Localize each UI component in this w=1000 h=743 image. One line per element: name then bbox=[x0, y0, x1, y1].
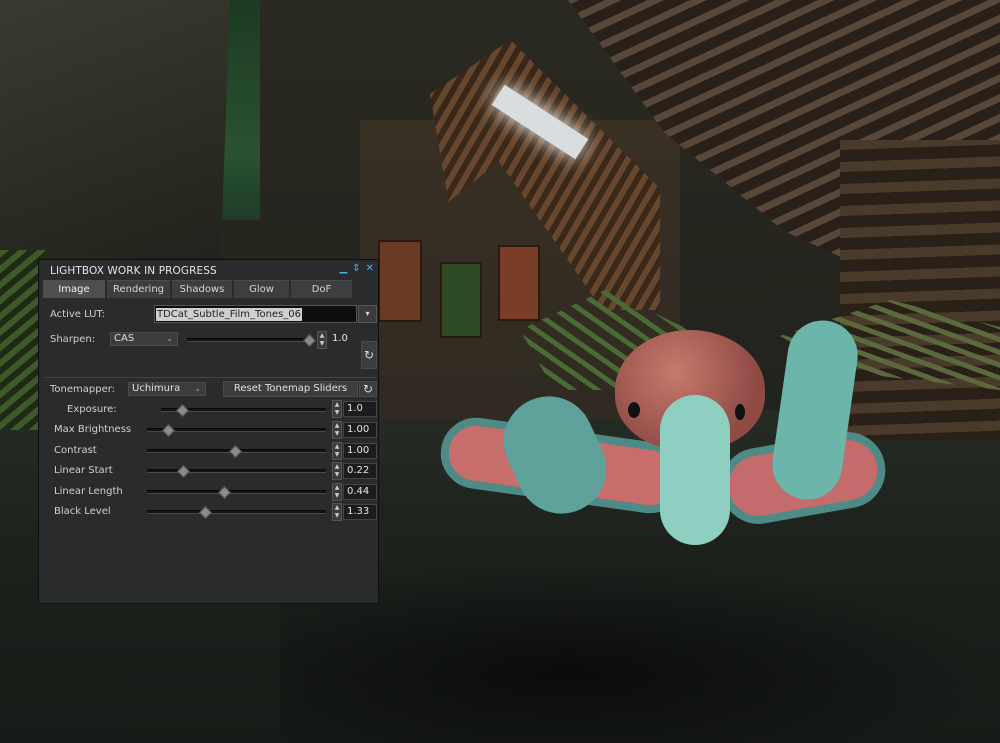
spin-down-icon[interactable]: ▼ bbox=[333, 492, 341, 500]
lightbox-floater: LIGHTBOX WORK IN PROGRESS ▁ ⇕ ✕ Image Re… bbox=[38, 259, 379, 604]
linear-length-slider-thumb[interactable] bbox=[218, 486, 231, 499]
tab-rendering[interactable]: Rendering bbox=[107, 280, 170, 298]
sharpen-stepper[interactable]: ▲ ▼ bbox=[317, 331, 327, 349]
linear-start-stepper[interactable]: ▲ ▼ bbox=[332, 462, 342, 480]
refresh-icon: ↻ bbox=[362, 382, 374, 396]
spin-down-icon[interactable]: ▼ bbox=[333, 430, 341, 438]
linear-start-value[interactable]: 0.22 bbox=[343, 463, 377, 479]
linear-start-slider-thumb[interactable] bbox=[177, 465, 190, 478]
contrast-label: Contrast bbox=[54, 445, 97, 456]
black-level-value[interactable]: 1.33 bbox=[343, 504, 377, 520]
spin-down-icon[interactable]: ▼ bbox=[333, 451, 341, 459]
spin-up-icon[interactable]: ▲ bbox=[333, 484, 341, 492]
tear-off-icon[interactable]: ⇕ bbox=[352, 263, 360, 274]
spin-up-icon[interactable]: ▲ bbox=[333, 443, 341, 451]
sharpen-slider-track[interactable] bbox=[187, 338, 315, 342]
tonemapper-select[interactable]: Uchimura ⌄ bbox=[128, 382, 206, 396]
linear-start-label: Linear Start bbox=[54, 465, 113, 476]
tab-dof[interactable]: DoF bbox=[291, 280, 352, 298]
black-level-slider-track[interactable] bbox=[147, 510, 326, 514]
lut-dropdown-button[interactable]: ▾ bbox=[358, 305, 377, 323]
tonemapper-value: Uchimura bbox=[132, 383, 181, 394]
active-lut-value: TDCat_Subtle_Film_Tones_06 bbox=[156, 308, 302, 321]
chevron-down-icon: ▾ bbox=[365, 309, 370, 318]
floor-shadow bbox=[280, 560, 1000, 743]
exposure-stepper[interactable]: ▲ ▼ bbox=[332, 400, 342, 418]
octopus-eye bbox=[628, 402, 640, 418]
active-lut-field[interactable]: TDCat_Subtle_Film_Tones_06 bbox=[154, 305, 357, 323]
max-brightness-value[interactable]: 1.00 bbox=[343, 422, 377, 438]
max-brightness-slider-thumb[interactable] bbox=[162, 424, 175, 437]
close-icon[interactable]: ✕ bbox=[366, 263, 374, 274]
linear-length-stepper[interactable]: ▲ ▼ bbox=[332, 483, 342, 501]
tab-image[interactable]: Image bbox=[43, 280, 105, 298]
tab-glow[interactable]: Glow bbox=[234, 280, 289, 298]
tonemap-reset-icon-button[interactable]: ↻ bbox=[359, 381, 377, 397]
minimize-icon[interactable]: ▁ bbox=[340, 263, 348, 274]
wall-poster bbox=[498, 245, 540, 321]
black-level-label: Black Level bbox=[54, 506, 111, 517]
slatted-wall bbox=[840, 140, 1000, 440]
section-divider bbox=[45, 377, 375, 378]
spin-up-icon[interactable]: ▲ bbox=[333, 504, 341, 512]
tonemapper-label: Tonemapper: bbox=[50, 384, 116, 395]
active-lut-label: Active LUT: bbox=[50, 309, 105, 320]
spin-down-icon[interactable]: ▼ bbox=[333, 409, 341, 417]
sharpen-label: Sharpen: bbox=[50, 334, 96, 345]
sharpen-slider-thumb[interactable] bbox=[303, 334, 316, 347]
sharpen-mode-value: CAS bbox=[114, 333, 135, 344]
contrast-stepper[interactable]: ▲ ▼ bbox=[332, 442, 342, 460]
sharpen-value[interactable]: 1.0 bbox=[329, 332, 361, 348]
wall-plant-frame bbox=[440, 262, 482, 338]
contrast-slider-thumb[interactable] bbox=[229, 445, 242, 458]
spin-down-icon[interactable]: ▼ bbox=[333, 471, 341, 479]
title-controls: ▁ ⇕ ✕ bbox=[340, 263, 374, 274]
chevron-down-icon: ⌄ bbox=[194, 384, 201, 393]
octopus-tentacle bbox=[660, 395, 730, 545]
linear-length-slider-track[interactable] bbox=[147, 490, 326, 494]
exposure-value[interactable]: 1.0 bbox=[343, 401, 377, 417]
wall-poster bbox=[378, 240, 422, 322]
linear-start-slider-track[interactable] bbox=[147, 469, 326, 473]
refresh-icon: ↻ bbox=[363, 348, 375, 362]
octopus-eye bbox=[735, 404, 745, 420]
reset-tonemap-sliders-button[interactable]: Reset Tonemap Sliders bbox=[223, 381, 358, 397]
chevron-down-icon: ⌄ bbox=[166, 334, 173, 343]
black-level-stepper[interactable]: ▲ ▼ bbox=[332, 503, 342, 521]
spin-down-icon[interactable]: ▼ bbox=[333, 512, 341, 520]
black-level-slider-thumb[interactable] bbox=[199, 506, 212, 519]
title-bar[interactable]: LIGHTBOX WORK IN PROGRESS ▁ ⇕ ✕ bbox=[39, 260, 378, 279]
max-brightness-label: Max Brightness bbox=[54, 424, 132, 435]
sharpen-reset-button[interactable]: ↻ bbox=[361, 341, 377, 369]
linear-length-label: Linear Length bbox=[54, 486, 123, 497]
max-brightness-stepper[interactable]: ▲ ▼ bbox=[332, 421, 342, 439]
exposure-label: Exposure: bbox=[67, 404, 117, 415]
exposure-slider-thumb[interactable] bbox=[176, 404, 189, 417]
spin-up-icon[interactable]: ▲ bbox=[318, 332, 326, 340]
spin-down-icon[interactable]: ▼ bbox=[318, 340, 326, 348]
sharpen-mode-select[interactable]: CAS ⌄ bbox=[110, 332, 178, 346]
contrast-value[interactable]: 1.00 bbox=[343, 443, 377, 459]
tab-bar: Image Rendering Shadows Glow DoF bbox=[43, 280, 352, 298]
spin-up-icon[interactable]: ▲ bbox=[333, 422, 341, 430]
window-title: LIGHTBOX WORK IN PROGRESS bbox=[50, 265, 217, 277]
spin-up-icon[interactable]: ▲ bbox=[333, 463, 341, 471]
linear-length-value[interactable]: 0.44 bbox=[343, 484, 377, 500]
spin-up-icon[interactable]: ▲ bbox=[333, 401, 341, 409]
tab-shadows[interactable]: Shadows bbox=[172, 280, 232, 298]
